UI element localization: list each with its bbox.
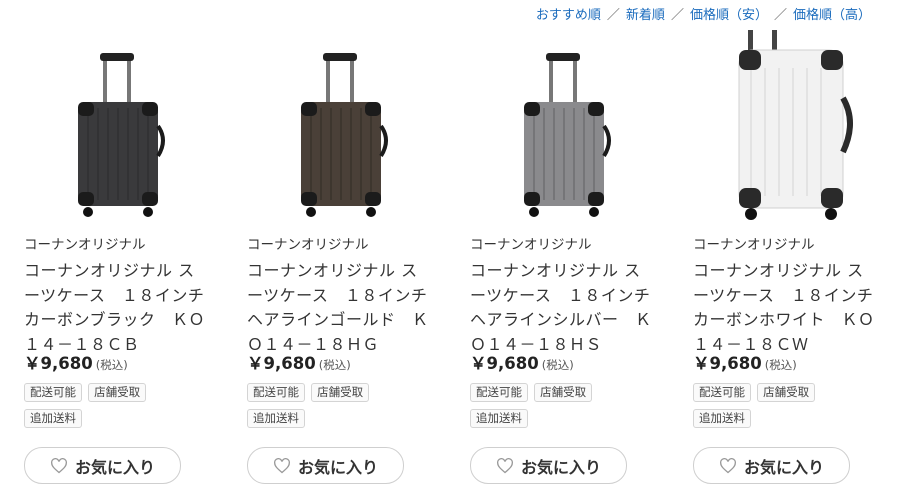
product-card: コーナンオリジナル コーナンオリジナル スーツケース １８インチ ヘアラインシル… <box>470 0 675 499</box>
product-card: コーナンオリジナル コーナンオリジナル スーツケース １８インチ ヘアラインゴー… <box>247 0 452 499</box>
product-image[interactable] <box>470 28 660 228</box>
product-grid: コーナンオリジナル コーナンオリジナル スーツケース １８インチ カーボンブラッ… <box>0 0 901 499</box>
favorite-button[interactable]: お気に入り <box>693 447 850 484</box>
tag-list: 配送可能 店舗受取 追加送料 <box>693 381 878 433</box>
product-brand[interactable]: コーナンオリジナル <box>470 233 592 253</box>
product-price: ￥9,680 <box>693 354 762 373</box>
product-price: ￥9,680 <box>247 354 316 373</box>
price-row: ￥9,680 (税込) <box>693 350 797 374</box>
favorite-label: お気に入り <box>520 459 601 477</box>
tag-delivery: 配送可能 <box>470 383 528 402</box>
heart-icon <box>719 457 737 474</box>
product-title[interactable]: コーナンオリジナル スーツケース １８インチ カーボンホワイト ＫＯ１４－１８Ｃ… <box>693 259 889 357</box>
suitcase-icon <box>524 53 611 217</box>
tax-label: (税込) <box>541 358 574 372</box>
product-brand[interactable]: コーナンオリジナル <box>247 233 369 253</box>
suitcase-icon <box>738 30 853 220</box>
tag-store-pickup: 店舗受取 <box>534 383 593 402</box>
tag-list: 配送可能 店舗受取 追加送料 <box>470 381 655 433</box>
product-price: ￥9,680 <box>24 354 93 373</box>
product-title[interactable]: コーナンオリジナル スーツケース １８インチ ヘアラインゴールド ＫＯ１４－１８… <box>247 259 443 357</box>
tag-extra-shipping: 追加送料 <box>693 409 751 428</box>
tag-delivery: 配送可能 <box>24 383 82 402</box>
tax-label: (税込) <box>318 358 351 372</box>
tag-delivery: 配送可能 <box>247 383 305 402</box>
product-brand[interactable]: コーナンオリジナル <box>693 233 815 253</box>
suitcase-icon <box>78 53 165 217</box>
product-image[interactable] <box>24 28 214 228</box>
favorite-label: お気に入り <box>297 459 378 477</box>
price-row: ￥9,680 (税込) <box>247 350 351 374</box>
tag-extra-shipping: 追加送料 <box>470 409 528 428</box>
tax-label: (税込) <box>95 358 128 372</box>
suitcase-icon <box>301 53 388 217</box>
heart-icon <box>496 457 514 474</box>
product-price: ￥9,680 <box>470 354 539 373</box>
tag-extra-shipping: 追加送料 <box>24 409 82 428</box>
product-brand[interactable]: コーナンオリジナル <box>24 233 146 253</box>
favorite-label: お気に入り <box>74 459 155 477</box>
tax-label: (税込) <box>764 358 797 372</box>
tag-list: 配送可能 店舗受取 追加送料 <box>247 381 432 433</box>
favorite-button[interactable]: お気に入り <box>24 447 181 484</box>
tag-extra-shipping: 追加送料 <box>247 409 305 428</box>
tag-store-pickup: 店舗受取 <box>88 383 147 402</box>
price-row: ￥9,680 (税込) <box>470 350 574 374</box>
price-row: ￥9,680 (税込) <box>24 350 128 374</box>
product-image[interactable] <box>247 28 437 228</box>
product-card: コーナンオリジナル コーナンオリジナル スーツケース １８インチ カーボンホワイ… <box>693 0 898 499</box>
heart-icon <box>50 457 68 474</box>
product-image[interactable] <box>693 28 883 228</box>
product-card: コーナンオリジナル コーナンオリジナル スーツケース １８インチ カーボンブラッ… <box>24 0 229 499</box>
favorite-button[interactable]: お気に入り <box>470 447 627 484</box>
product-title[interactable]: コーナンオリジナル スーツケース １８インチ ヘアラインシルバー ＫＯ１４－１８… <box>470 259 666 357</box>
product-title[interactable]: コーナンオリジナル スーツケース １８インチ カーボンブラック ＫＯ１４－１８Ｃ… <box>24 259 220 357</box>
tag-store-pickup: 店舗受取 <box>311 383 370 402</box>
tag-store-pickup: 店舗受取 <box>757 383 816 402</box>
tag-delivery: 配送可能 <box>693 383 751 402</box>
favorite-button[interactable]: お気に入り <box>247 447 404 484</box>
tag-list: 配送可能 店舗受取 追加送料 <box>24 381 209 433</box>
heart-icon <box>273 457 291 474</box>
favorite-label: お気に入り <box>743 459 824 477</box>
